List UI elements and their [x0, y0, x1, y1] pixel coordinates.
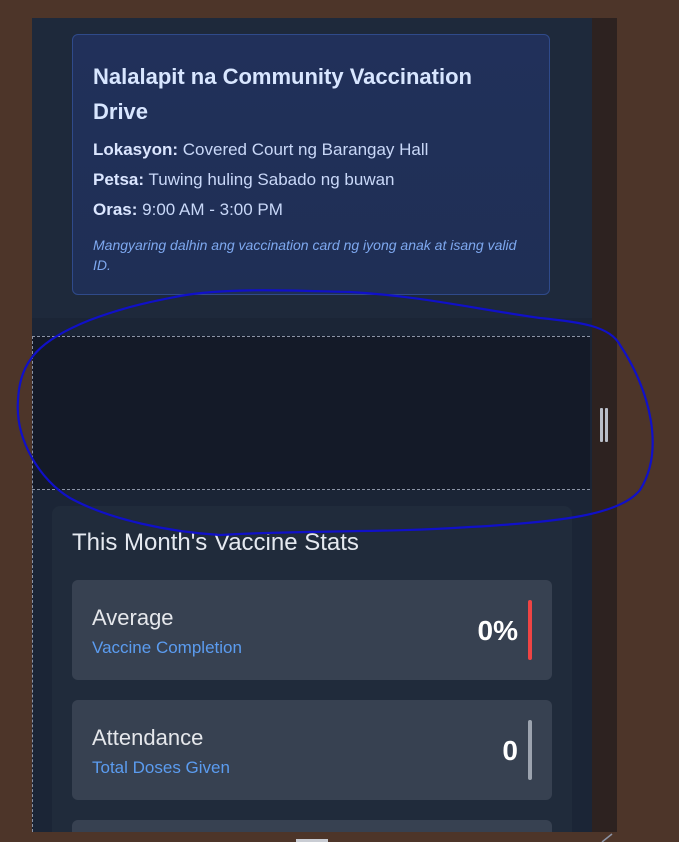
stat-value: 0	[502, 735, 518, 766]
stat-card-average: Average Vaccine Completion 0%	[72, 580, 552, 680]
stat-label: Attendance	[92, 725, 204, 750]
location-label: Lokasyon:	[93, 140, 179, 159]
stat-indicator-bar	[528, 600, 532, 660]
empty-drop-zone[interactable]	[32, 336, 590, 490]
date-row: Petsa: Tuwing huling Sabado ng buwan	[93, 165, 529, 195]
vaccine-stats-panel: This Month's Vaccine Stats Average Vacci…	[52, 506, 572, 832]
vaccination-drive-card: Nalalapit na Community Vaccination Drive…	[72, 34, 550, 295]
stat-sublabel: Vaccine Completion	[92, 638, 242, 657]
time-row: Oras: 9:00 AM - 3:00 PM	[93, 195, 529, 225]
announcement-section: Nalalapit na Community Vaccination Drive…	[32, 18, 592, 318]
stat-value: 0%	[477, 615, 518, 646]
stat-label: Average	[92, 605, 174, 630]
stat-indicator-bar	[528, 720, 532, 780]
resize-corner-icon[interactable]	[600, 832, 614, 842]
stat-card-partial	[72, 820, 552, 832]
stat-card-attendance: Attendance Total Doses Given 0	[72, 700, 552, 800]
time-label: Oras:	[93, 200, 138, 219]
date-value: Tuwing huling Sabado ng buwan	[144, 170, 395, 189]
app-panel: Nalalapit na Community Vaccination Drive…	[32, 18, 617, 832]
stat-sublabel: Total Doses Given	[92, 758, 230, 777]
resize-handle-icon[interactable]	[600, 408, 608, 442]
location-value: Covered Court ng Barangay Hall	[178, 140, 429, 159]
stats-title: This Month's Vaccine Stats	[72, 529, 359, 556]
vaccination-drive-title: Nalalapit na Community Vaccination Drive	[93, 64, 472, 124]
time-value: 9:00 AM - 3:00 PM	[137, 200, 283, 219]
reminder-note: Mangyaring dalhin ang vaccination card n…	[93, 237, 517, 273]
date-label: Petsa:	[93, 170, 145, 189]
location-row: Lokasyon: Covered Court ng Barangay Hall	[93, 135, 529, 165]
dashed-guide	[32, 336, 33, 832]
